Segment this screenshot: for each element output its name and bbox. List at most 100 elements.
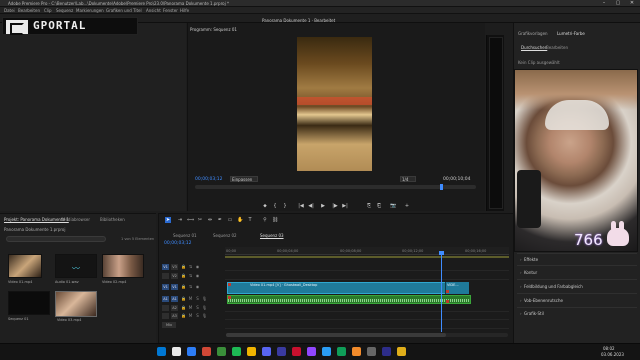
solo-icon[interactable]: S [195,296,200,302]
rectangle-tool-icon[interactable]: ▭ [227,217,233,223]
eye-icon[interactable]: ◉ [195,273,200,279]
lock-icon[interactable]: 🔒 [181,313,186,319]
playback-quality-select[interactable]: 1/4 [400,176,416,182]
menu-item-clip[interactable]: Clip [44,8,52,13]
close-button[interactable]: ✕ [626,0,638,7]
taskbar-app-icon[interactable] [307,347,316,356]
program-monitor-tab[interactable]: Programm: Sequenz 01 [190,27,237,32]
track-row-mix[interactable] [225,322,509,329]
button-editor-button[interactable]: + [404,203,410,209]
track-row-a3[interactable] [225,313,509,320]
timeline-scrollbar[interactable] [226,333,508,337]
taskbar-app-icon[interactable] [202,347,211,356]
extract-button[interactable]: ⎗ [376,203,382,209]
project-thumb[interactable]: 〰 [55,254,97,278]
taskbar-app-icon[interactable] [367,347,376,356]
track-select-tool-icon[interactable]: ⇥ [177,217,183,223]
pen-tool-icon[interactable]: ✒ [217,217,223,223]
project-thumb-selected[interactable] [55,291,97,317]
menu-item-hilfe[interactable]: Hilfe [180,8,189,13]
text-tool-icon[interactable]: T [247,217,253,223]
tab-project[interactable]: Projekt: Panorama Dokumente 1 [4,217,69,222]
taskbar-app-icon[interactable] [187,347,196,356]
tab-sequence-03[interactable]: Sequenz 03 [260,233,284,238]
program-playhead[interactable] [440,184,443,190]
taskbar-app-icon[interactable] [217,347,226,356]
track-label[interactable]: V3 [171,264,178,270]
eye-icon[interactable]: ◉ [195,264,200,270]
microphone-icon[interactable]: 🎙 [202,313,207,319]
hand-tool-icon[interactable]: ✋ [237,217,243,223]
tab-graphic-templates[interactable]: Grafikvorlagen [518,31,548,36]
lock-icon[interactable]: 🔒 [181,264,186,270]
lock-icon[interactable]: 🔒 [181,296,186,302]
tab-lumetri-color[interactable]: Lumetri-Farbe [557,31,585,36]
lock-icon[interactable]: 🔒 [181,273,186,279]
taskbar-app-icon[interactable] [322,347,331,356]
track-label[interactable]: A2 [171,305,178,311]
microphone-icon[interactable]: 🎙 [202,305,207,311]
linked-tool-icon[interactable]: ⛓ [272,217,278,223]
go-to-out-button[interactable]: ▶| [342,203,348,209]
tab-libraries[interactable]: Bibliotheken [100,217,125,222]
timeline-timecode[interactable]: 00;00;03;12 [164,241,191,246]
track-label[interactable]: A3 [171,313,178,319]
taskbar-date[interactable]: 03.06.2023 [601,352,624,357]
taskbar-app-icon[interactable] [247,347,256,356]
slip-tool-icon[interactable]: ⇹ [207,217,213,223]
solo-icon[interactable]: S [195,305,200,311]
track-label[interactable]: A1 [171,296,178,302]
menu-item-fenster[interactable]: Fenster [163,8,178,13]
minimize-button[interactable]: – [598,0,610,7]
track-label[interactable]: V2 [171,273,178,279]
lock-icon[interactable]: 🔒 [181,284,186,290]
menu-item-bearbeiten[interactable]: Bearbeiten [18,8,40,13]
program-scrubber[interactable] [195,185,476,189]
microphone-icon[interactable]: 🎙 [202,296,207,302]
tab-media-browser[interactable]: Mediabrowser [62,217,90,222]
taskbar-app-icon[interactable] [382,347,391,356]
ripple-tool-icon[interactable]: ⟺ [187,217,194,223]
export-frame-button[interactable]: 📷 [390,203,396,209]
project-thumb[interactable] [8,291,50,315]
timeline-scrollbar-thumb[interactable] [226,333,446,337]
project-thumb[interactable] [8,254,42,278]
timeline-playhead[interactable] [441,252,442,332]
menu-item-sequenz[interactable]: Sequenz [56,8,73,13]
razor-tool-icon[interactable]: ✂ [197,217,203,223]
step-back-button[interactable]: ◀| [308,203,314,209]
taskbar-app-icon[interactable] [397,347,406,356]
taskbar-app-icon[interactable] [157,347,166,356]
taskbar-app-icon[interactable] [172,347,181,356]
add-marker-button[interactable]: ⬥ [262,203,268,209]
menu-item-markierungen[interactable]: Markierungen [76,8,104,13]
track-label[interactable]: V1 [171,284,178,290]
selection-tool-icon[interactable]: ➤ [165,217,171,223]
source-patch[interactable] [162,313,169,319]
section-color-balance[interactable]: › Feldbildung und Farbabgleich [520,284,583,289]
menu-item-grafiken[interactable]: Grafiken und Titel [106,8,142,13]
source-patch[interactable]: V1 [162,264,169,270]
mark-in-button[interactable]: { [272,203,278,209]
fit-select[interactable]: Einpassen [230,176,258,182]
eye-icon[interactable]: ◉ [195,284,200,290]
track-row-v3[interactable] [225,264,509,271]
go-to-in-button[interactable]: |◀ [298,203,304,209]
maximize-button[interactable]: ▢ [612,0,624,7]
taskbar-app-icon[interactable] [337,347,346,356]
source-patch[interactable]: A1 [162,296,169,302]
solo-icon[interactable]: S [195,313,200,319]
lock-icon[interactable]: 🔒 [181,305,186,311]
subtab-edit[interactable]: Bearbeiten [546,45,568,50]
tab-sequence-02[interactable]: Sequenz 02 [213,233,237,238]
taskbar-app-icon[interactable] [232,347,241,356]
taskbar-app-icon[interactable] [277,347,286,356]
track-row-v2[interactable] [225,273,509,280]
taskbar-app-icon[interactable] [352,347,361,356]
sync-icon[interactable]: ⇅ [188,264,193,270]
sync-icon[interactable]: ⇅ [188,273,193,279]
section-kontur[interactable]: › Kontur [520,270,537,275]
menu-item-datei[interactable]: Datei [4,8,15,13]
lift-button[interactable]: ⎘ [366,203,372,209]
source-patch[interactable] [162,305,169,311]
